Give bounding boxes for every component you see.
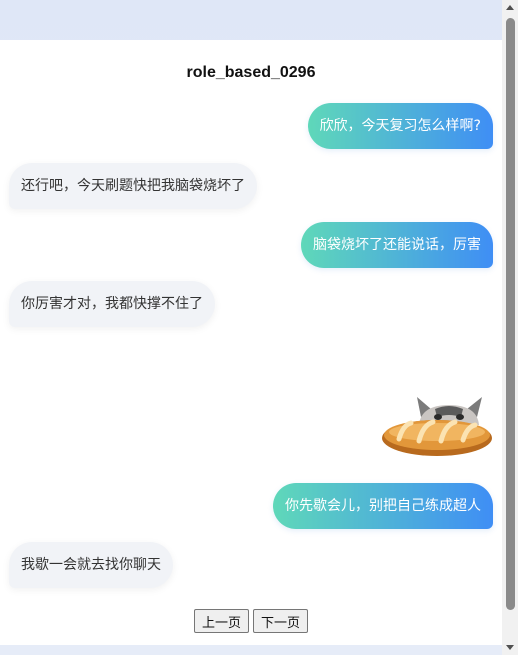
bot-message: 你厉害才对，我都快撑不住了: [9, 281, 215, 327]
user-message: 你先歇会儿，别把自己练成超人: [273, 483, 493, 529]
bread-icon: [382, 419, 492, 456]
bot-message: 还行吧，今天刷题快把我脑袋烧坏了: [9, 163, 257, 209]
message-text: 欣欣，今天复习怎么样啊?: [319, 118, 481, 134]
next-page-button[interactable]: 下一页: [253, 609, 309, 633]
chat-panel: role_based_0296 欣欣，今天复习怎么样啊? 还行吧，今天刷题快把我…: [0, 40, 502, 645]
vertical-scrollbar[interactable]: [502, 0, 518, 655]
scroll-down-icon[interactable]: [506, 645, 514, 650]
pagination: 上一页 下一页: [0, 609, 502, 633]
prev-page-button[interactable]: 上一页: [193, 609, 249, 633]
scroll-up-icon[interactable]: [506, 5, 514, 10]
user-message: 脑袋烧坏了还能说话，厉害: [301, 222, 493, 268]
scrollbar-thumb[interactable]: [506, 18, 515, 610]
cat-bread-sticker: [382, 397, 492, 456]
message-text: 我歇一会就去找你聊天: [21, 557, 161, 573]
message-text: 还行吧，今天刷题快把我脑袋烧坏了: [21, 178, 245, 194]
page-title: role_based_0296: [186, 64, 316, 81]
message-text: 脑袋烧坏了还能说话，厉害: [313, 237, 481, 253]
message-text: 你厉害才对，我都快撑不住了: [21, 296, 203, 312]
message-text: 你先歇会儿，别把自己练成超人: [285, 498, 481, 514]
bot-message: 我歇一会就去找你聊天: [9, 542, 173, 588]
user-message: 欣欣，今天复习怎么样啊?: [307, 103, 493, 149]
